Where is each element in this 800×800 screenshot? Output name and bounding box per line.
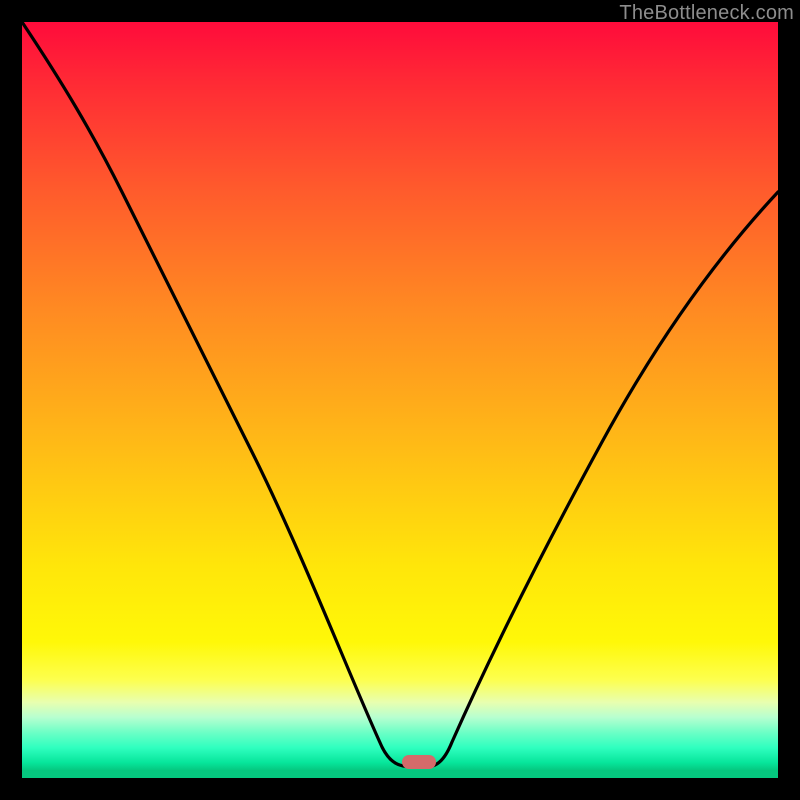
bottleneck-curve [22, 22, 778, 778]
watermark-text: TheBottleneck.com [619, 2, 794, 25]
chart-frame: TheBottleneck.com [0, 0, 800, 800]
optimum-marker [402, 755, 436, 769]
curve-path [22, 22, 778, 767]
plot-area [22, 22, 778, 778]
